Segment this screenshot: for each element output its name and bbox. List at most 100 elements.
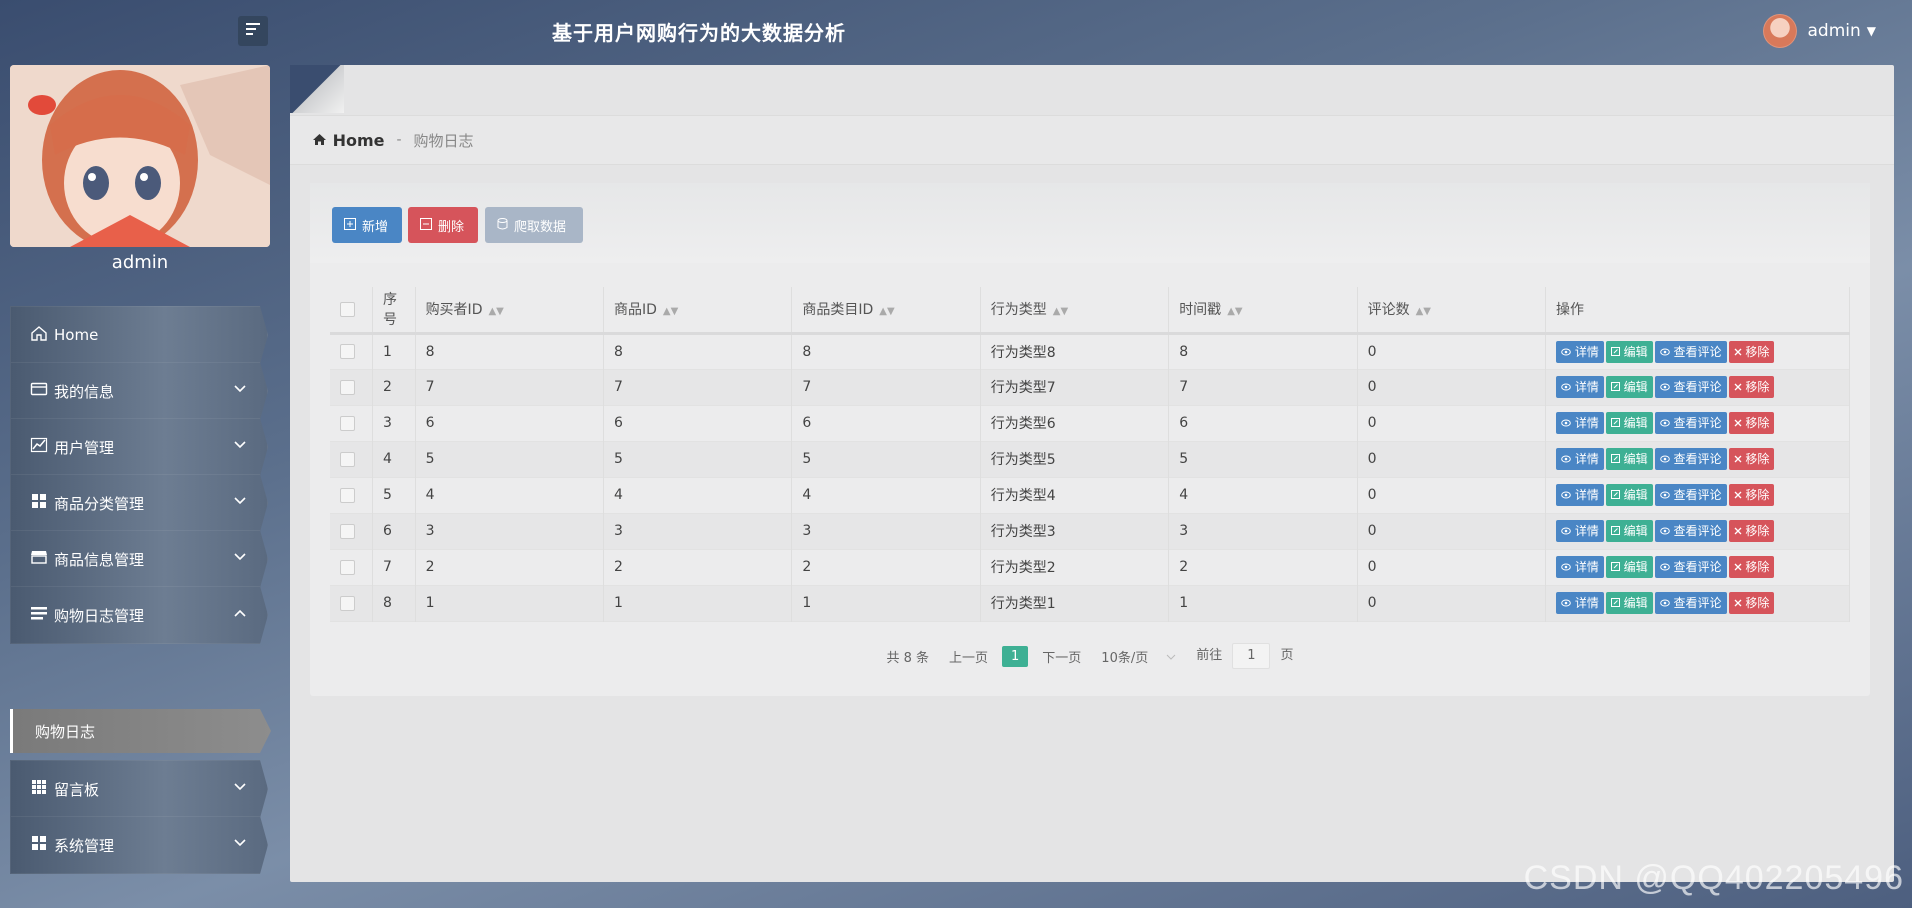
minus-square-icon <box>420 217 432 233</box>
sort-icon[interactable]: ▲▼ <box>879 306 894 317</box>
sidebar-item-message-board[interactable]: 留言板 <box>10 760 268 818</box>
detail-button[interactable]: 详情 <box>1556 520 1604 542</box>
sidebar-item-user-management[interactable]: 用户管理 <box>10 418 268 476</box>
menu-toggle-button[interactable] <box>238 16 268 46</box>
close-icon <box>1734 452 1742 466</box>
sidebar-item-category-management[interactable]: 商品分类管理 <box>10 474 268 532</box>
view-comments-button[interactable]: 查看评论 <box>1654 412 1727 434</box>
table-row: 2 7 7 7 行为类型7 7 0 详情 编辑 查看评论 移除 <box>330 369 1850 405</box>
remove-button[interactable]: 移除 <box>1728 520 1775 542</box>
edit-button[interactable]: 编辑 <box>1605 520 1653 542</box>
remove-button[interactable]: 移除 <box>1728 592 1775 614</box>
select-all-checkbox[interactable] <box>340 301 355 317</box>
sort-icon[interactable]: ▲▼ <box>1227 306 1242 317</box>
view-comments-button[interactable]: 查看评论 <box>1654 520 1727 542</box>
remove-button[interactable]: 移除 <box>1728 556 1775 578</box>
detail-button[interactable]: 详情 <box>1556 448 1604 470</box>
chevron-down-icon <box>1166 650 1176 663</box>
sort-icon[interactable]: ▲▼ <box>1416 306 1431 317</box>
detail-button[interactable]: 详情 <box>1556 556 1604 578</box>
row-select-cell[interactable] <box>330 405 374 441</box>
next-page-button[interactable]: 下一页 <box>1042 647 1081 666</box>
column-header[interactable]: 购买者ID ▲▼ <box>415 287 604 333</box>
detail-button[interactable]: 详情 <box>1556 412 1604 434</box>
sidebar-item-my-info[interactable]: 我的信息 <box>10 362 268 420</box>
view-comments-button[interactable]: 查看评论 <box>1654 376 1727 398</box>
detail-label: 详情 <box>1574 560 1599 574</box>
view-comments-button[interactable]: 查看评论 <box>1654 556 1727 578</box>
column-header[interactable]: 商品ID ▲▼ <box>603 287 793 333</box>
edit-button[interactable]: 编辑 <box>1605 592 1653 614</box>
edit-button[interactable]: 编辑 <box>1605 376 1653 398</box>
row-checkbox[interactable] <box>340 595 355 611</box>
row-checkbox[interactable] <box>340 415 355 431</box>
column-header[interactable]: 评论数 ▲▼ <box>1357 287 1547 333</box>
view-comments-button[interactable]: 查看评论 <box>1654 592 1727 614</box>
edit-button[interactable]: 编辑 <box>1605 448 1653 470</box>
goto-page-input[interactable]: 1 <box>1232 643 1271 669</box>
row-checkbox[interactable] <box>340 379 355 395</box>
view-comments-button[interactable]: 查看评论 <box>1654 484 1727 506</box>
select-all-cell[interactable] <box>330 287 374 333</box>
crawl-data-button[interactable]: 爬取数据 <box>485 207 583 243</box>
detail-button[interactable]: 详情 <box>1556 592 1604 614</box>
add-button[interactable]: 新增 <box>332 207 402 243</box>
row-checkbox[interactable] <box>340 487 355 503</box>
detail-button[interactable]: 详情 <box>1556 376 1604 398</box>
cell-category-id: 2 <box>791 549 981 585</box>
eye-icon <box>1659 380 1670 394</box>
remove-button[interactable]: 移除 <box>1728 412 1775 434</box>
cell-comment-count: 0 <box>1357 549 1547 585</box>
row-select-cell[interactable] <box>330 585 374 621</box>
row-select-cell[interactable] <box>330 369 374 405</box>
row-select-cell[interactable] <box>330 477 374 513</box>
pagination: 共 8 条 上一页 1 下一页 10条/页 前往 1 页 <box>310 643 1870 669</box>
close-icon <box>1734 345 1742 359</box>
row-checkbox[interactable] <box>340 451 355 467</box>
column-header[interactable]: 时间戳 ▲▼ <box>1168 287 1358 333</box>
sidebar-item-system-management[interactable]: 系统管理 <box>10 816 268 874</box>
sidebar-item-shopping-log-management[interactable]: 购物日志管理 <box>10 586 268 644</box>
view-comments-button[interactable]: 查看评论 <box>1654 448 1727 470</box>
edit-button[interactable]: 编辑 <box>1605 340 1653 363</box>
remove-button[interactable]: 移除 <box>1728 376 1775 398</box>
edit-button[interactable]: 编辑 <box>1605 412 1653 434</box>
remove-button[interactable]: 移除 <box>1728 340 1775 363</box>
cell-no: 7 <box>372 549 416 585</box>
sidebar-item-product-management[interactable]: 商品信息管理 <box>10 530 268 588</box>
detail-button[interactable]: 详情 <box>1556 484 1604 506</box>
row-checkbox[interactable] <box>340 344 355 359</box>
remove-button[interactable]: 移除 <box>1728 448 1775 470</box>
page-number-current[interactable]: 1 <box>1002 645 1029 667</box>
row-select-cell[interactable] <box>330 513 374 549</box>
row-select-cell[interactable] <box>330 549 374 585</box>
sort-icon[interactable]: ▲▼ <box>663 306 678 317</box>
column-header[interactable]: 商品类目ID ▲▼ <box>791 287 981 333</box>
row-checkbox[interactable] <box>340 559 355 575</box>
row-select-cell[interactable] <box>330 441 374 477</box>
close-icon <box>1734 596 1742 610</box>
cell-buyer-id: 8 <box>415 333 604 369</box>
remove-button[interactable]: 移除 <box>1728 484 1775 506</box>
column-header[interactable]: 行为类型 ▲▼ <box>980 287 1170 333</box>
delete-button-label: 删除 <box>438 219 465 235</box>
page-size-select[interactable]: 10条/页 <box>1101 647 1176 666</box>
sort-icon[interactable]: ▲▼ <box>488 306 503 317</box>
prev-page-button[interactable]: 上一页 <box>949 647 988 666</box>
sidebar-item-home[interactable]: Home <box>10 306 268 364</box>
cell-behavior-type: 行为类型5 <box>980 441 1170 477</box>
cell-timestamp: 8 <box>1168 333 1358 369</box>
detail-button[interactable]: 详情 <box>1556 340 1604 363</box>
breadcrumb-home[interactable]: Home <box>312 131 384 150</box>
row-select-cell[interactable] <box>330 333 374 369</box>
page-curl-decoration <box>290 65 344 113</box>
view-comments-button[interactable]: 查看评论 <box>1654 340 1727 363</box>
edit-button[interactable]: 编辑 <box>1605 556 1653 578</box>
cell-buyer-id: 4 <box>415 477 604 513</box>
sort-icon[interactable]: ▲▼ <box>1053 306 1068 317</box>
user-menu[interactable]: admin ▼ <box>1763 14 1876 48</box>
delete-button[interactable]: 删除 <box>408 207 478 243</box>
sidebar-subitem-shopping-log[interactable]: 购物日志 <box>10 709 271 753</box>
edit-button[interactable]: 编辑 <box>1605 484 1653 506</box>
row-checkbox[interactable] <box>340 523 355 539</box>
